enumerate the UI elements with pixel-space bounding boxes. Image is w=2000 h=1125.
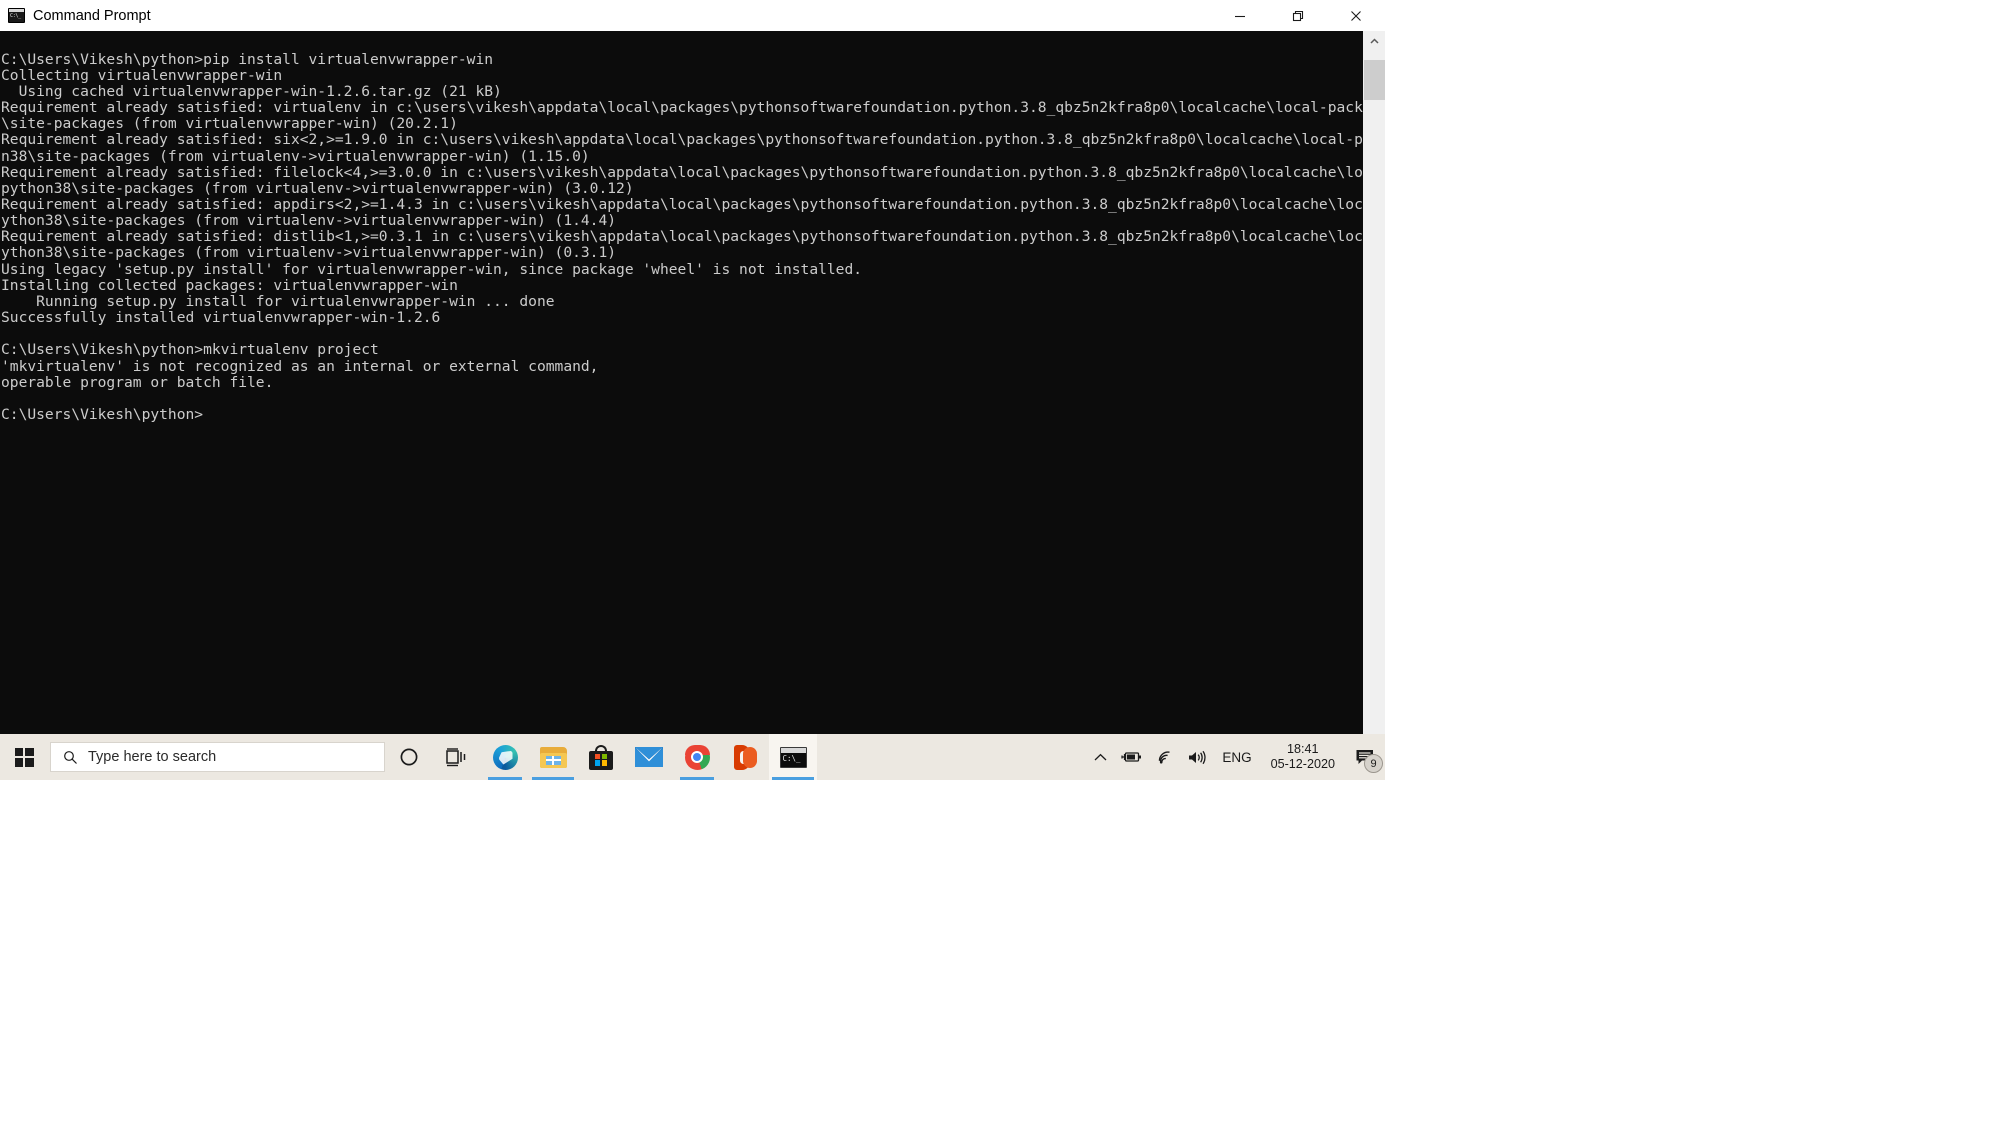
close-icon bbox=[1351, 10, 1361, 21]
chevron-up-icon bbox=[1094, 753, 1107, 760]
window-title: Command Prompt bbox=[33, 7, 151, 24]
language-indicator[interactable]: ENG bbox=[1213, 750, 1260, 765]
scrollbar-track[interactable] bbox=[1364, 52, 1385, 758]
battery-button[interactable] bbox=[1114, 734, 1149, 780]
taskbar-app-microsoft-store[interactable] bbox=[577, 734, 625, 780]
system-tray: ENG 18:41 05-12-2020 9 bbox=[1087, 734, 1385, 780]
network-button[interactable] bbox=[1149, 734, 1181, 780]
taskbar-app-mail[interactable] bbox=[625, 734, 673, 780]
search-placeholder: Type here to search bbox=[88, 749, 217, 765]
command-prompt-icon bbox=[779, 746, 807, 768]
task-view-button[interactable] bbox=[433, 734, 481, 780]
volume-button[interactable] bbox=[1181, 734, 1213, 780]
windows-logo-icon bbox=[14, 747, 34, 767]
taskbar-app-file-explorer[interactable] bbox=[529, 734, 577, 780]
minimize-icon bbox=[1235, 15, 1245, 17]
taskbar-app-edge[interactable] bbox=[481, 734, 529, 780]
app-running-indicator bbox=[532, 777, 574, 780]
taskbar: Type here to search C:\_ ENG 18:41 05-12… bbox=[0, 734, 1385, 780]
app-running-indicator bbox=[680, 777, 714, 780]
start-button[interactable] bbox=[0, 734, 48, 780]
app-active-indicator bbox=[772, 777, 814, 780]
edge-icon bbox=[492, 744, 518, 770]
battery-charging-icon bbox=[1121, 752, 1142, 762]
search-icon bbox=[64, 750, 77, 764]
minimize-button[interactable] bbox=[1211, 0, 1269, 31]
notification-count-badge: 9 bbox=[1364, 754, 1383, 773]
wifi-icon bbox=[1159, 751, 1170, 764]
clock[interactable]: 18:41 05-12-2020 bbox=[1261, 734, 1345, 780]
mail-icon bbox=[635, 747, 663, 767]
taskbar-app-chrome[interactable] bbox=[673, 734, 721, 780]
titlebar-left-group: Command Prompt bbox=[0, 8, 151, 24]
app-running-indicator bbox=[488, 777, 522, 780]
clock-date: 05-12-2020 bbox=[1270, 757, 1335, 771]
scrollbar-thumb[interactable] bbox=[1364, 60, 1385, 100]
restore-icon bbox=[1292, 10, 1304, 21]
cortana-circle-icon bbox=[400, 748, 418, 766]
volume-icon bbox=[1189, 750, 1206, 764]
file-explorer-icon bbox=[539, 746, 567, 768]
search-input[interactable]: Type here to search bbox=[50, 742, 385, 772]
command-prompt-window: Command Prompt bbox=[0, 0, 1385, 779]
desktop: Command Prompt bbox=[0, 0, 2000, 1125]
console-body: C:\Users\Vikesh\python>pip install virtu… bbox=[0, 31, 1385, 779]
chevron-up-icon bbox=[1370, 38, 1379, 44]
cmd-icon bbox=[8, 8, 25, 23]
taskbar-app-office[interactable] bbox=[721, 734, 769, 780]
console-output[interactable]: C:\Users\Vikesh\python>pip install virtu… bbox=[0, 45, 1363, 765]
scrollbar-up-button[interactable] bbox=[1364, 31, 1385, 52]
window-titlebar[interactable]: Command Prompt bbox=[0, 0, 1385, 31]
clock-time: 18:41 bbox=[1287, 742, 1319, 756]
cortana-button[interactable] bbox=[385, 734, 433, 780]
chrome-icon bbox=[684, 744, 710, 770]
restore-button[interactable] bbox=[1269, 0, 1327, 31]
office-icon bbox=[733, 744, 757, 770]
close-button[interactable] bbox=[1327, 0, 1385, 31]
notification-center-button[interactable]: 9 bbox=[1345, 734, 1385, 780]
task-view-icon bbox=[446, 747, 466, 766]
window-controls bbox=[1211, 0, 1385, 31]
console-scrollbar[interactable] bbox=[1363, 31, 1385, 779]
microsoft-store-icon bbox=[589, 744, 613, 770]
show-hidden-icons-button[interactable] bbox=[1087, 734, 1114, 780]
taskbar-app-command-prompt[interactable] bbox=[769, 734, 817, 780]
